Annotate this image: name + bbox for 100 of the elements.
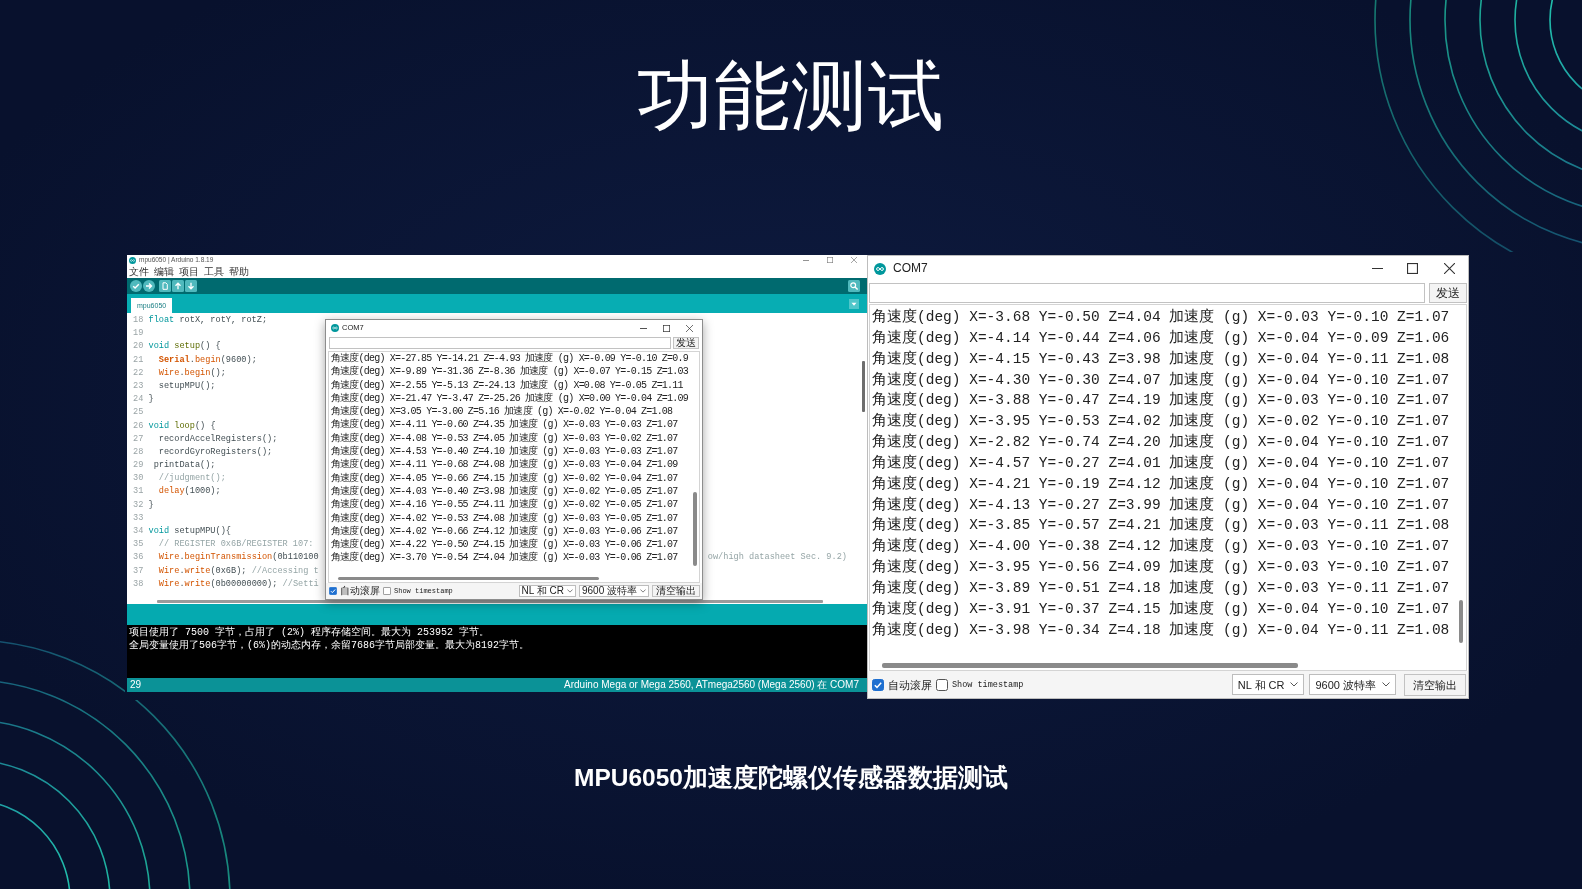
code-line: void setup() { [148,340,221,354]
code-line: delay(1000); [157,485,221,499]
menu-item[interactable]: 工具 [204,265,224,278]
caret-icon [1290,682,1299,687]
checkbox-label[interactable]: 自动滚屏 [340,585,380,597]
menu-item[interactable]: 文件 [129,265,149,278]
checkbox[interactable] [936,678,948,691]
output-line: 角速度(deg) X=-4.02 Y=-0.66 Z=4.12 加速度 (g) X=-0.03 Y=-0.06 Z=1.07 [331,524,679,538]
code-line: float rotX, rotY, rotZ; [148,314,268,327]
code-line: Wire.write(0x6B); //Accessing t [157,564,319,578]
line-number: 22 [133,366,144,380]
close-icon[interactable] [686,324,693,332]
line-number: 35 [133,538,144,552]
output-line: 角速度(deg) X=-2.82 Y=-0.74 Z=4.20 加速度 (g) X=-0.04 Y=-0.10 Z=1.07 [872,432,1451,453]
output-line: 角速度(deg) X=-4.03 Y=-0.40 Z=3.98 加速度 (g) X=-0.02 Y=-0.05 Z=1.07 [331,484,679,498]
output-line: 角速度(deg) X=-4.14 Y=-0.44 Z=4.06 加速度 (g) X=-0.04 Y=-0.09 Z=1.06 [872,328,1451,348]
code-line: //judgment(); [157,472,226,486]
scrollbar-thumb[interactable] [693,492,697,567]
output-line: 角速度(deg) X=-21.47 Y=-3.47 Z=-25.26 加速度 (g) X=0.00 Y=-0.04 Z=1.09 [331,391,689,405]
checkbox-label[interactable]: 自动滚屏 [888,677,932,692]
up-arrow-icon[interactable] [172,280,184,292]
line-number: 25 [133,406,144,420]
line-number: 33 [133,511,144,525]
output-line: 角速度(deg) X=-27.85 Y=-14.21 Z=-4.93 加速度 (g) X=-0.09 Y=-0.10 Z=0.9 [331,352,689,365]
code-line: Wire.write(0b00000000); //Setti [157,577,319,591]
output-line: 角速度(deg) X=-3.85 Y=-0.57 Z=4.21 加速度 (g) X=-0.03 Y=-0.11 Z=1.08 [872,515,1451,536]
maximize-icon[interactable] [1407,263,1418,274]
line-number: 30 [133,472,144,486]
console-line: 项目使用了 7500 字节，占用了 (2%) 程序存储空间。最大为 253952 字节。 [129,626,491,639]
line-number: 27 [133,432,144,446]
board-port-label: Arduino Mega or Mega 2560, ATmega2560 (Mega 2560) 在 COM7 [564,678,859,692]
scrollbar-thumb[interactable] [338,577,599,580]
output-line: 角速度(deg) X=-4.15 Y=-0.43 Z=3.98 加速度 (g) X=-0.04 Y=-0.11 Z=1.08 [872,349,1451,369]
baud-rate-dropdown[interactable]: 9600 波特率 [578,585,649,597]
checkbox[interactable] [872,678,884,691]
menu-item[interactable]: 帮助 [229,265,249,278]
app-logo-icon [331,324,339,332]
line-number: 34 [133,525,144,538]
line-number: 20 [133,340,144,354]
output-line: 角速度(deg) X=-3.68 Y=-0.50 Z=4.04 加速度 (g) X=-0.03 Y=-0.10 Z=1.07 [872,307,1451,327]
document-icon[interactable] [159,280,171,292]
checkbox-label[interactable]: Show timestamp [952,678,1024,691]
output-line: 角速度(deg) X=-4.00 Y=-0.38 Z=4.12 加速度 (g) X=-0.03 Y=-0.10 Z=1.07 [872,536,1451,557]
output-line: 角速度(deg) X=-2.55 Y=-5.13 Z=-24.13 加速度 (g) X=0.08 Y=-0.05 Z=1.11 [331,378,684,392]
slide-subtitle: MPU6050加速度陀螺仪传感器数据测试 [574,763,1008,793]
send-button[interactable]: 发送 [1429,283,1467,303]
caret-icon[interactable] [849,298,859,309]
line-number: 23 [133,379,144,393]
line-number: 24 [133,393,144,407]
app-logo-icon [874,262,886,275]
message-input[interactable] [329,337,671,349]
scrollbar-thumb[interactable] [156,600,823,603]
right-arrow-icon[interactable] [143,280,155,292]
down-arrow-icon[interactable] [185,280,197,292]
line-ending-dropdown[interactable]: NL 和 CR [518,585,576,597]
scrollbar-thumb[interactable] [881,663,1298,668]
line-number: 28 [133,445,144,459]
code-line: Wire.beginTransmission(0b110100 [157,551,319,565]
code-line: void setupMPU(){ [148,525,231,538]
magnifier-icon[interactable] [848,280,860,292]
output-line: 角速度(deg) X=-4.02 Y=-0.53 Z=4.08 加速度 (g) X=-0.03 Y=-0.05 Z=1.07 [331,511,679,525]
menu-item[interactable]: 项目 [179,265,199,278]
output-line: 角速度(deg) X=-3.91 Y=-0.37 Z=4.15 加速度 (g) X=-0.04 Y=-0.10 Z=1.07 [872,599,1451,619]
caret-icon [566,589,573,593]
scrollbar-thumb[interactable] [1459,600,1463,644]
code-line: // REGISTER 0x6B/REGISTER 107: [157,538,314,552]
checkbox[interactable] [383,587,391,595]
checkbox[interactable] [329,587,337,595]
clear-output-button[interactable]: 清空输出 [1404,673,1466,696]
line-number: 19 [133,327,144,341]
message-input[interactable] [869,283,1425,303]
line-number: 29 [133,459,144,473]
baud-rate-dropdown[interactable]: 9600 波特率 [1309,674,1396,695]
line-number: 38 [133,577,144,591]
send-button[interactable]: 发送 [673,337,699,349]
code-line: Serial.begin(9600); [157,353,257,367]
scrollbar-thumb[interactable] [862,361,865,413]
maximize-icon[interactable] [663,324,670,332]
line-ending-dropdown[interactable]: NL 和 CR [1231,674,1305,695]
line-number: 21 [133,353,144,367]
minimize-icon[interactable] [640,327,647,329]
line-number: 36 [133,551,144,565]
output-line: 角速度(deg) X=-4.13 Y=-0.27 Z=3.99 加速度 (g) X=-0.04 Y=-0.10 Z=1.07 [872,495,1451,515]
code-line: void loop() { [148,419,216,433]
caret-icon [640,589,646,593]
code-line: } [148,498,154,512]
window-title: COM7 [893,260,928,277]
output-line: 角速度(deg) X=-3.95 Y=-0.56 Z=4.09 加速度 (g) X=-0.03 Y=-0.10 Z=1.07 [872,557,1451,578]
code-line: setupMPU(); [157,379,216,393]
output-line: 角速度(deg) X=-4.08 Y=-0.53 Z=4.05 加速度 (g) X=-0.03 Y=-0.02 Z=1.07 [331,431,679,445]
check-icon[interactable] [130,280,142,292]
output-line: 角速度(deg) X=-4.57 Y=-0.27 Z=4.01 加速度 (g) X=-0.04 Y=-0.10 Z=1.07 [872,453,1451,473]
output-line: 角速度(deg) X=-4.30 Y=-0.30 Z=4.07 加速度 (g) X=-0.04 Y=-0.10 Z=1.07 [872,370,1451,390]
line-number: 31 [133,485,144,499]
code-line: recordAccelRegisters(); [157,432,278,446]
output-line: 角速度(deg) X=-3.70 Y=-0.54 Z=4.04 加速度 (g) X=-0.03 Y=-0.06 Z=1.07 [331,551,679,565]
clear-output-button[interactable]: 清空输出 [652,585,700,597]
menu-item[interactable]: 编辑 [154,265,174,278]
close-icon[interactable] [1444,263,1455,274]
output-line: 角速度(deg) X=-3.95 Y=-0.53 Z=4.02 加速度 (g) X=-0.02 Y=-0.10 Z=1.07 [872,411,1451,432]
